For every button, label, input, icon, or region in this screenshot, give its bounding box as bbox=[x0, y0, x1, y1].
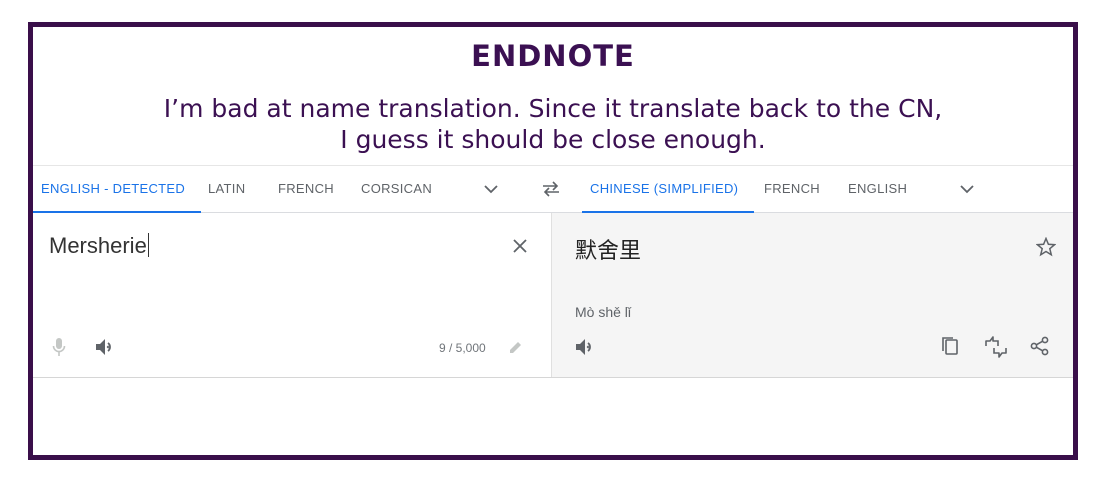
character-count: 9 / 5,000 bbox=[439, 341, 486, 355]
translated-text: 默舍里 bbox=[575, 239, 642, 264]
close-icon[interactable] bbox=[512, 238, 528, 254]
copy-icon[interactable] bbox=[941, 336, 959, 356]
tab-chinese-simplified[interactable]: CHINESE (SIMPLIFIED) bbox=[581, 166, 755, 213]
tab-french-target[interactable]: FRENCH bbox=[764, 166, 820, 212]
divider bbox=[33, 377, 1073, 378]
endnote-title: ENDNOTE bbox=[471, 39, 635, 73]
tab-english-target[interactable]: ENGLISH bbox=[848, 166, 907, 212]
endnote-frame: ENDNOTE I’m bad at name translation. Sin… bbox=[28, 22, 1078, 460]
target-pane: 默舍里 Mò shě lǐ bbox=[552, 213, 1073, 377]
tab-french-source[interactable]: FRENCH bbox=[278, 166, 334, 212]
pencil-icon[interactable] bbox=[509, 340, 523, 354]
text-caret bbox=[147, 233, 149, 257]
endnote-line-1: I’m bad at name translation. Since it tr… bbox=[163, 94, 943, 123]
language-tab-bar: ENGLISH - DETECTED LATIN FRENCH CORSICAN… bbox=[33, 166, 1073, 213]
chevron-down-icon[interactable] bbox=[483, 182, 499, 196]
speaker-icon[interactable] bbox=[575, 338, 595, 356]
tab-latin[interactable]: LATIN bbox=[208, 166, 245, 212]
swap-icon[interactable] bbox=[540, 181, 562, 197]
chevron-down-icon[interactable] bbox=[959, 182, 975, 196]
endnote-body: I’m bad at name translation. Since it tr… bbox=[33, 93, 1073, 155]
feedback-icon[interactable] bbox=[984, 336, 1008, 358]
endnote-line-2: I guess it should be close enough. bbox=[340, 125, 766, 154]
share-icon[interactable] bbox=[1030, 336, 1050, 356]
source-text: Mersherie bbox=[49, 233, 147, 258]
source-pane: Mersherie 9 / 5,000 bbox=[33, 213, 551, 377]
source-input[interactable]: Mersherie bbox=[49, 233, 149, 259]
tab-corsican[interactable]: CORSICAN bbox=[361, 166, 432, 212]
star-icon[interactable] bbox=[1036, 237, 1056, 257]
speaker-icon[interactable] bbox=[95, 338, 115, 356]
tab-english-detected[interactable]: ENGLISH - DETECTED bbox=[33, 166, 202, 213]
transliteration: Mò shě lǐ bbox=[575, 304, 632, 320]
microphone-icon[interactable] bbox=[52, 337, 66, 357]
